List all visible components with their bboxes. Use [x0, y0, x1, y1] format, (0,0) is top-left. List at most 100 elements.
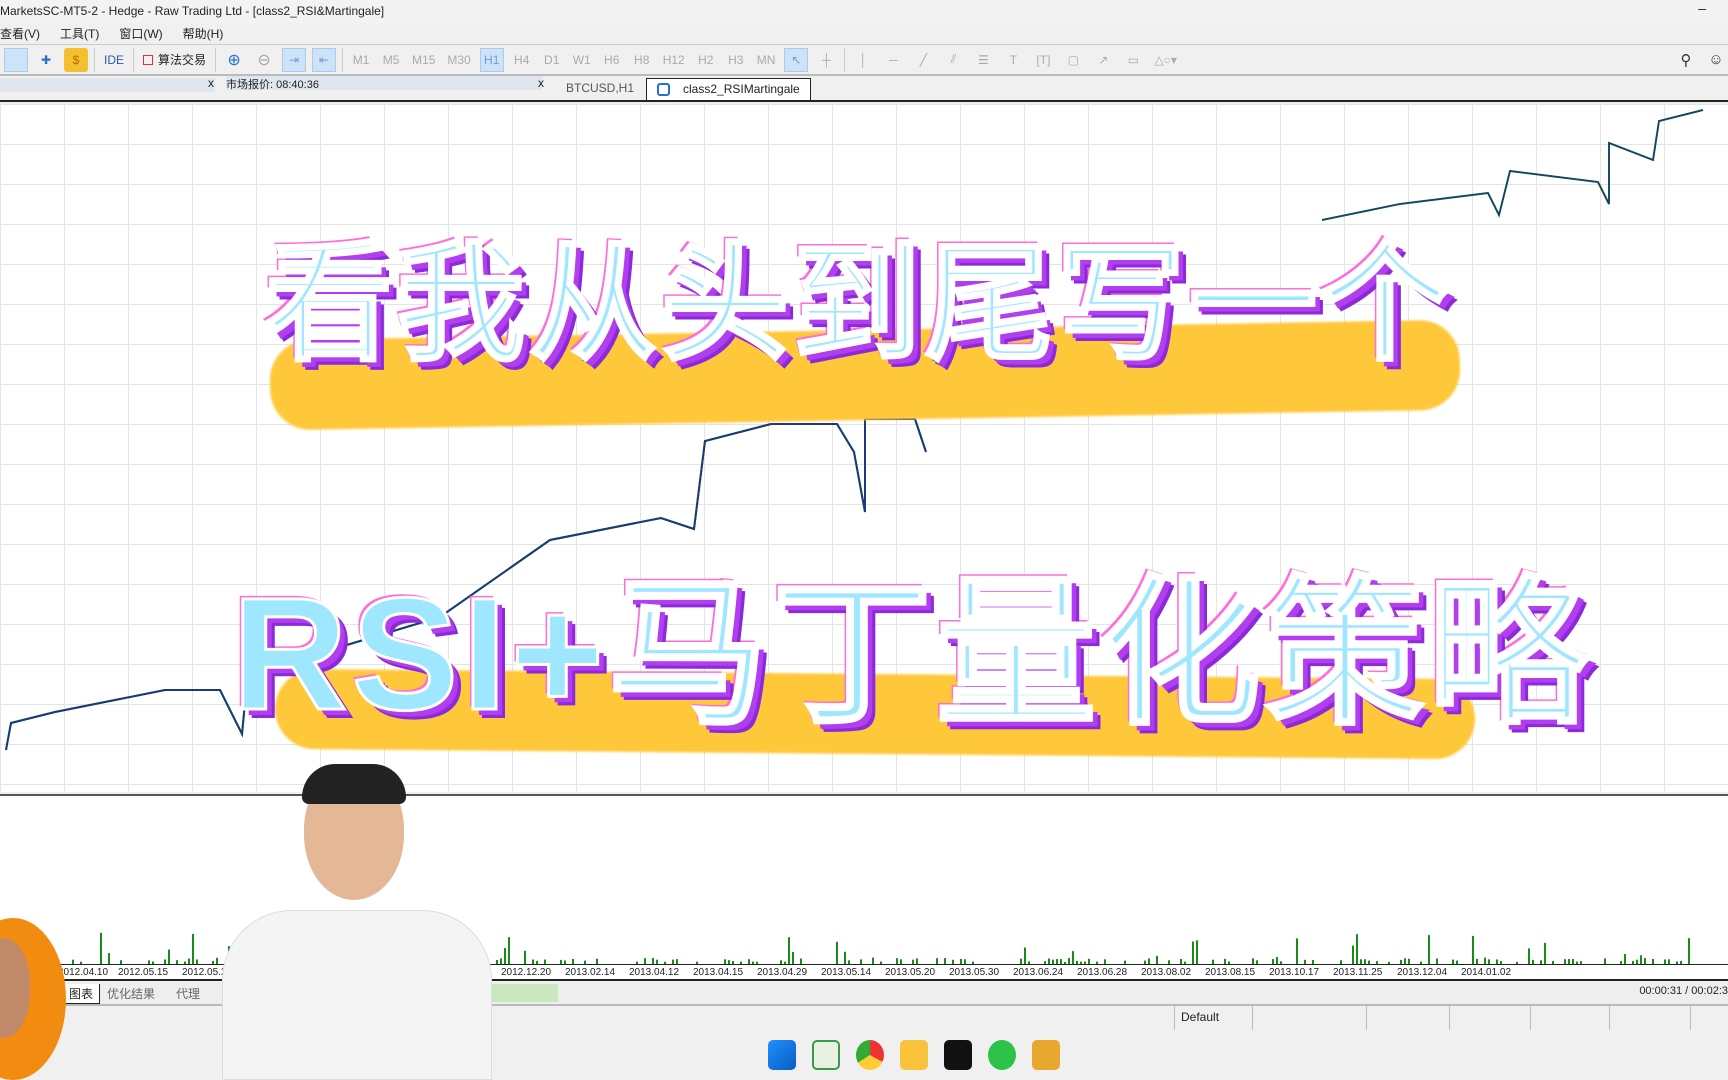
- metatrader-icon[interactable]: [812, 1040, 840, 1070]
- search-icon[interactable]: ⚲: [1674, 48, 1698, 72]
- date-label: 2013.05.30: [949, 967, 1000, 978]
- date-label: 2013.04.12: [629, 967, 680, 978]
- tf-M30[interactable]: M30: [444, 48, 473, 72]
- tf-H2[interactable]: H2: [694, 48, 718, 72]
- navigator-panel-header: [0, 78, 215, 92]
- close-panel-button[interactable]: x: [208, 76, 214, 90]
- tab-btcusd[interactable]: BTCUSD,H1: [556, 78, 644, 100]
- date-label: 2013.05.20: [885, 967, 936, 978]
- tf-W1[interactable]: W1: [570, 48, 594, 72]
- volume-bar: [1624, 954, 1626, 964]
- date-label: 2013.06.28: [1077, 967, 1128, 978]
- cursor-icon[interactable]: ↖: [784, 47, 809, 72]
- menu-help[interactable]: 帮助(H): [183, 25, 224, 43]
- tab-label: class2_RSIMartingale: [683, 82, 800, 96]
- tf-H3[interactable]: H3: [724, 48, 748, 72]
- status-divider: [1252, 1006, 1253, 1030]
- market-watch-header: 市场报价: 08:40:36: [226, 76, 542, 91]
- tab-chart[interactable]: 图表: [62, 984, 101, 1004]
- toolbar-button[interactable]: [4, 47, 28, 72]
- date-label: 2013.08.02: [1141, 967, 1192, 978]
- volume-bar: [844, 951, 846, 964]
- volume-bar: [1472, 935, 1474, 964]
- zoom-out-icon[interactable]: ⊖: [252, 48, 276, 72]
- arrow-line-icon[interactable]: ↗: [1091, 48, 1115, 72]
- date-label: 2013.06.24: [1013, 967, 1064, 978]
- label-icon[interactable]: ▭: [1121, 48, 1145, 72]
- date-label: 2013.02.14: [565, 967, 616, 978]
- text-label-icon[interactable]: [T]: [1031, 48, 1055, 72]
- autoscroll-icon[interactable]: ⇤: [312, 47, 337, 72]
- tab-agents[interactable]: 代理: [176, 985, 200, 1002]
- ide-button[interactable]: IDE: [101, 48, 127, 72]
- date-label: 2013.05.14: [821, 967, 872, 978]
- volume-bar: [1276, 957, 1278, 964]
- date-label: 2013.12.04: [1397, 967, 1448, 978]
- file-explorer-icon[interactable]: [900, 1040, 928, 1070]
- date-label: 2013.04.29: [757, 967, 808, 978]
- tf-H6[interactable]: H6: [600, 48, 624, 72]
- menu-tools[interactable]: 工具(T): [60, 25, 99, 43]
- zoom-in-icon[interactable]: ⊕: [222, 48, 246, 72]
- volume-bar: [1296, 938, 1298, 964]
- vertical-line-icon[interactable]: │: [851, 48, 875, 72]
- volume-bar: [836, 941, 838, 964]
- crosshair-icon[interactable]: ┼: [814, 48, 838, 72]
- fibonacci-icon[interactable]: ☰: [971, 48, 995, 72]
- toolbar: ✚ $ IDE 算法交易 ⊕ ⊖ ⇥ ⇤ M1 M5 M15 M30 H1 H4…: [0, 44, 1728, 76]
- minimize-button[interactable]: –: [1698, 0, 1706, 16]
- trendline-icon[interactable]: ╱: [911, 48, 935, 72]
- tf-D1[interactable]: D1: [540, 48, 564, 72]
- windows-start-icon[interactable]: [768, 1040, 796, 1070]
- volume-bar: [1428, 935, 1430, 964]
- volume-bar: [192, 933, 194, 964]
- rectangle-icon[interactable]: ▢: [1061, 48, 1085, 72]
- tab-class2-rsimartingale[interactable]: class2_RSIMartingale: [646, 78, 811, 100]
- volume-bar: [1688, 938, 1690, 964]
- close-panel-button[interactable]: x: [538, 76, 544, 90]
- tf-MN[interactable]: MN: [754, 48, 779, 72]
- volume-bar: [1528, 948, 1530, 964]
- status-divider: [1366, 1006, 1367, 1030]
- capcut-icon[interactable]: [944, 1040, 972, 1070]
- divider: [94, 47, 95, 72]
- metaeditor-icon[interactable]: [1032, 1040, 1060, 1070]
- tf-M5[interactable]: M5: [379, 48, 403, 72]
- date-label: 2013.04.15: [693, 967, 744, 978]
- wechat-icon[interactable]: [988, 1040, 1016, 1070]
- dollar-icon[interactable]: $: [64, 47, 88, 72]
- horizontal-line-icon[interactable]: ─: [881, 48, 905, 72]
- tf-H12[interactable]: H12: [660, 48, 688, 72]
- tf-H8[interactable]: H8: [630, 48, 654, 72]
- date-label: 2012.05.15: [118, 967, 169, 978]
- shapes-icon[interactable]: △○▾: [1151, 48, 1180, 72]
- tf-M15[interactable]: M15: [409, 48, 438, 72]
- algo-trading-button[interactable]: 算法交易: [140, 48, 209, 72]
- channel-icon[interactable]: ⫽: [941, 48, 965, 72]
- divider: [844, 47, 846, 72]
- profile-name: Default: [1174, 1006, 1225, 1030]
- volume-bar: [1024, 947, 1026, 964]
- equity-chart[interactable]: 看我从头到尾写一个 RSI+马丁量化策略: [0, 104, 1728, 792]
- account-icon[interactable]: ☺: [1704, 48, 1728, 72]
- menu-view[interactable]: 查看(V): [0, 25, 40, 43]
- volume-bar: [1352, 945, 1354, 964]
- chart-shift-icon[interactable]: ⇥: [282, 47, 307, 72]
- tf-H4[interactable]: H4: [510, 48, 534, 72]
- text-icon[interactable]: T: [1001, 48, 1025, 72]
- volume-bar: [1196, 940, 1198, 964]
- tf-H1[interactable]: H1: [479, 47, 504, 72]
- volume-bar: [1356, 934, 1358, 964]
- date-label: 2013.10.17: [1269, 967, 1320, 978]
- tf-M1[interactable]: M1: [349, 48, 373, 72]
- new-order-icon[interactable]: ✚: [34, 48, 58, 72]
- divider: [215, 47, 217, 72]
- menu-window[interactable]: 窗口(W): [119, 25, 162, 43]
- volume-bar: [504, 948, 506, 964]
- overlay-title-line1: 看我从头到尾写一个: [263, 232, 1454, 378]
- date-label: 2012.12.20: [501, 967, 552, 978]
- tab-row: x 市场报价: 08:40:36 x BTCUSD,H1 class2_RSIM…: [0, 76, 1728, 102]
- chrome-icon[interactable]: [856, 1040, 884, 1070]
- volume-bar: [1640, 955, 1642, 964]
- tab-optimization-results[interactable]: 优化结果: [107, 985, 155, 1002]
